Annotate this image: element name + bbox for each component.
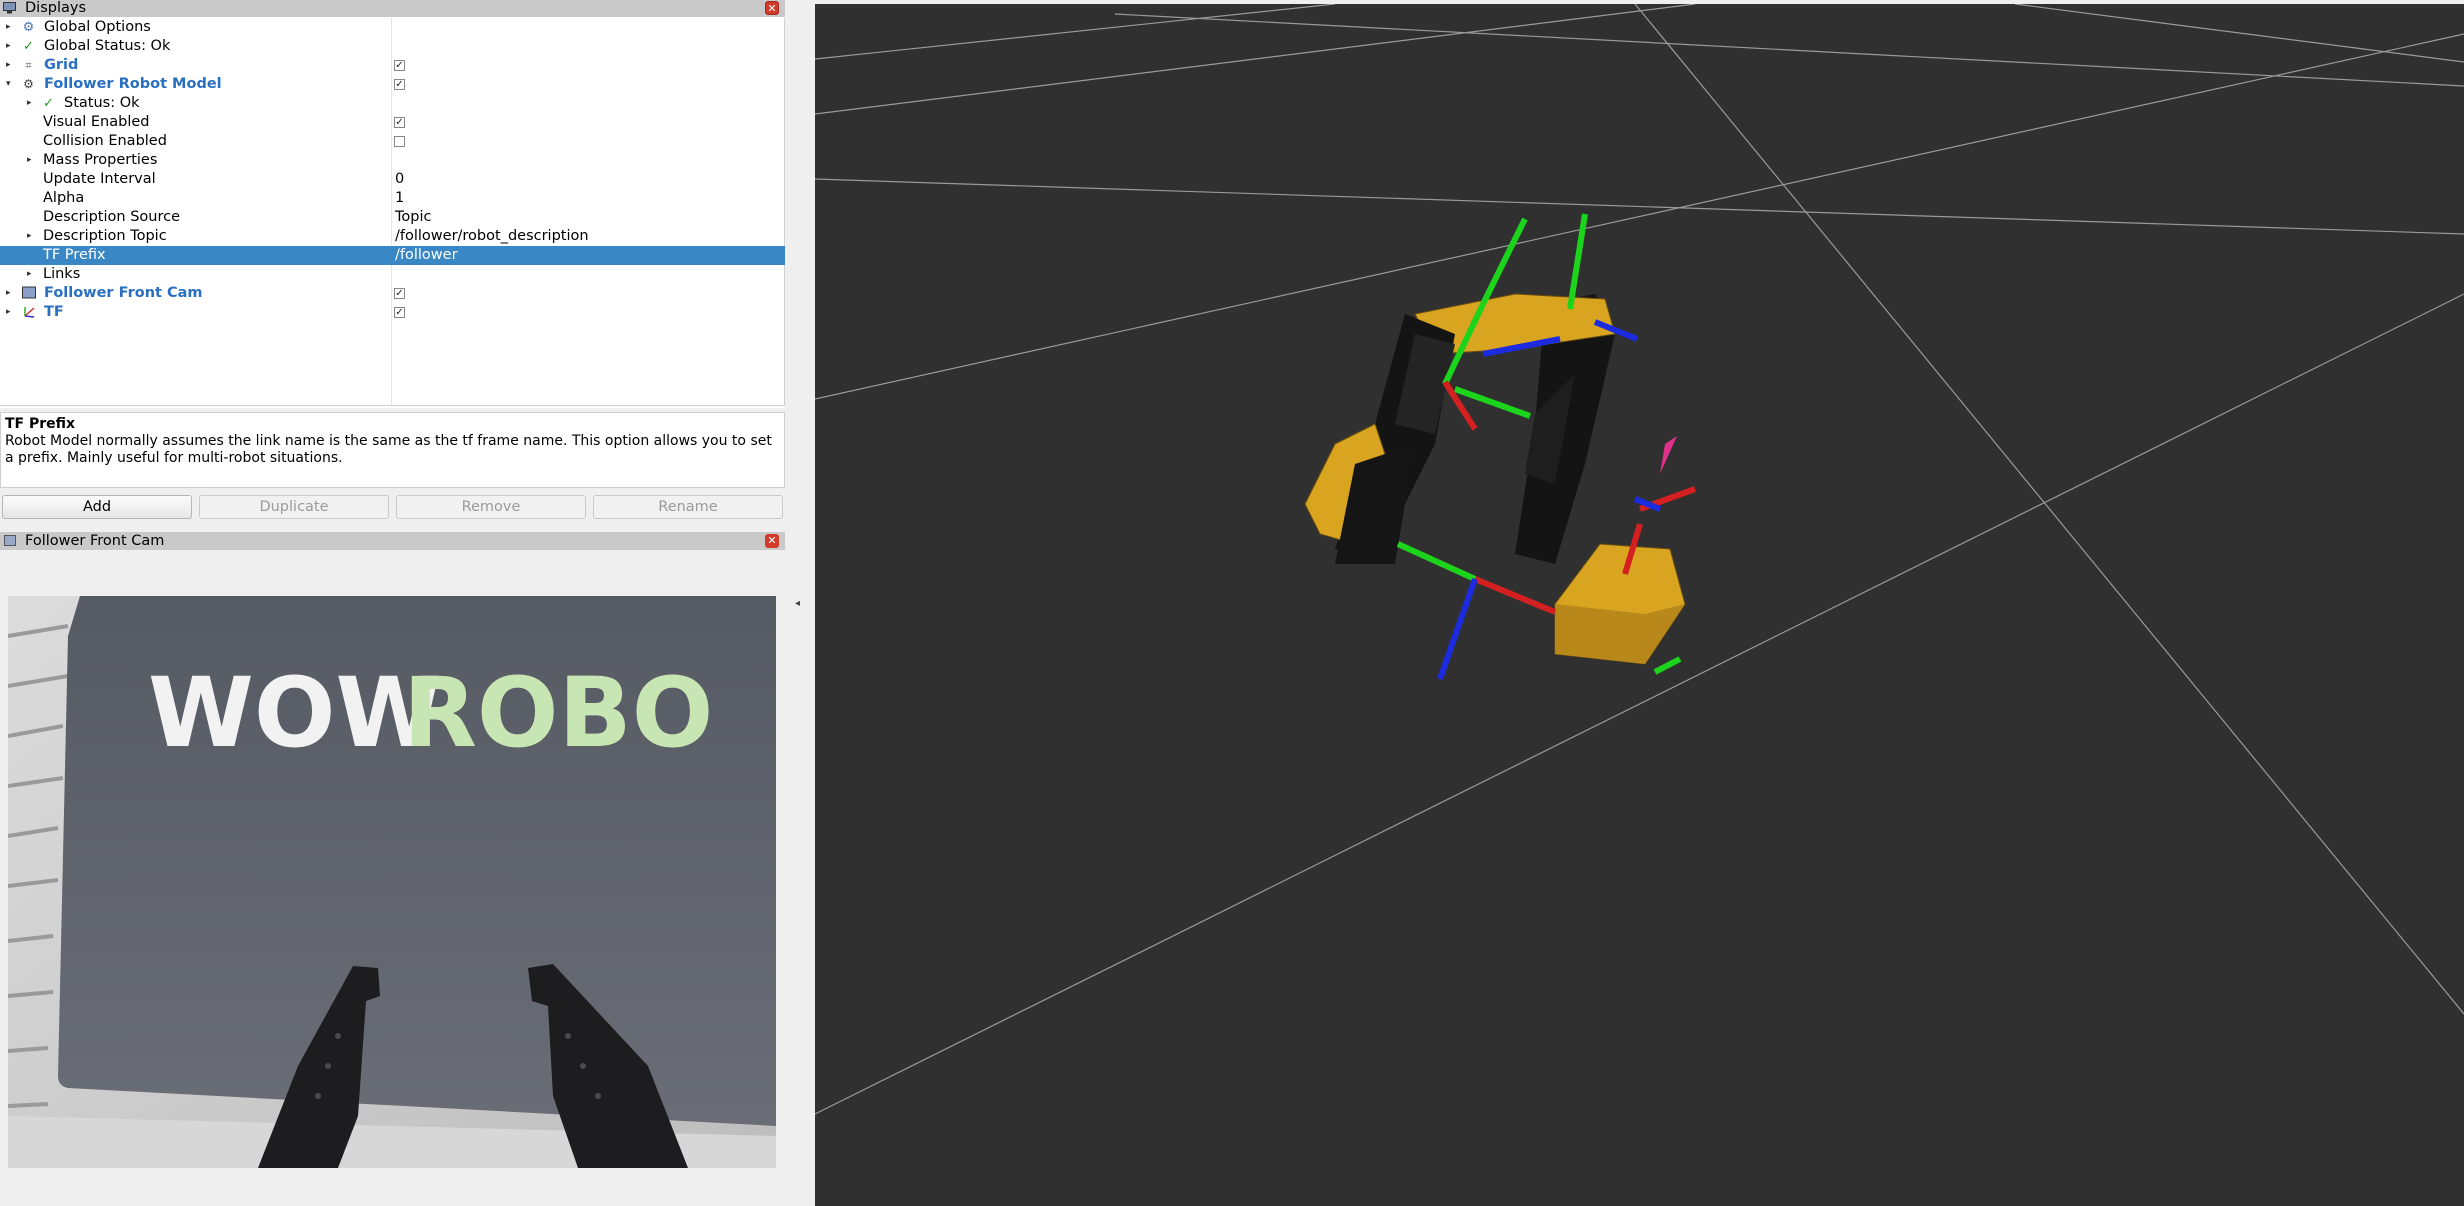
- displays-tree: ▸ ⚙ Global Options ▸ ✓ Global Status: Ok…: [0, 18, 785, 406]
- camera-image: WOW ROBO: [8, 596, 776, 1168]
- duplicate-button[interactable]: Duplicate: [199, 495, 389, 519]
- tree-label: Links: [43, 266, 81, 282]
- camera-title: Follower Front Cam: [25, 533, 165, 549]
- robot-model-checkbox[interactable]: ✓: [394, 79, 405, 90]
- tree-label: Follower Robot Model: [44, 76, 222, 92]
- tree-label: TF: [44, 304, 64, 320]
- tree-row-description-topic[interactable]: ▸ Description Topic /follower/robot_desc…: [0, 227, 785, 246]
- monitor-icon: [3, 2, 16, 14]
- tree-label: Visual Enabled: [43, 114, 150, 130]
- tree-label: Mass Properties: [43, 152, 158, 168]
- expand-arrow-icon[interactable]: ▸: [27, 227, 37, 246]
- check-status-icon: ✓: [23, 39, 34, 54]
- gear-icon: ⚙: [22, 20, 35, 35]
- expand-arrow-icon[interactable]: ▸: [6, 37, 16, 56]
- tree-row-links[interactable]: ▸ Links: [0, 265, 785, 284]
- robot-model-icon: ⚙: [23, 77, 34, 91]
- tree-label: Update Interval: [43, 171, 156, 187]
- close-icon[interactable]: ✕: [765, 534, 779, 548]
- tree-label: Alpha: [43, 190, 85, 206]
- tree-value[interactable]: /follower: [395, 246, 458, 265]
- displays-panel: Displays ✕ ▸ ⚙ Global Options ▸ ✓ Global…: [0, 0, 785, 408]
- tree-row-global-options[interactable]: ▸ ⚙ Global Options: [0, 18, 785, 37]
- tree-label: Grid: [44, 57, 79, 73]
- 3d-render-view[interactable]: [815, 4, 2464, 1206]
- tf-axes-icon: [21, 305, 36, 320]
- tree-row-tf[interactable]: ▸ TF ✓: [0, 303, 785, 322]
- description-title: TF Prefix: [5, 416, 76, 432]
- tree-row-grid[interactable]: ▸ ⌗ Grid ✓: [0, 56, 785, 75]
- expand-arrow-icon[interactable]: ▸: [6, 18, 16, 37]
- tree-row-follower-robot-model[interactable]: ▾ ⚙ Follower Robot Model ✓: [0, 75, 785, 94]
- visual-enabled-checkbox[interactable]: ✓: [394, 117, 405, 128]
- rename-button[interactable]: Rename: [593, 495, 783, 519]
- splitter-collapse-icon[interactable]: ◂: [795, 598, 800, 609]
- tf-checkbox[interactable]: ✓: [394, 307, 405, 318]
- tree-row-collision-enabled[interactable]: Collision Enabled: [0, 132, 785, 151]
- sign-text-left: WOW: [148, 657, 441, 769]
- tree-row-update-interval[interactable]: Update Interval 0: [0, 170, 785, 189]
- collision-enabled-checkbox[interactable]: [394, 136, 405, 147]
- camera-icon: [4, 535, 16, 546]
- expand-arrow-icon[interactable]: ▸: [6, 303, 16, 322]
- tree-label: Description Topic: [43, 228, 167, 244]
- expand-arrow-icon[interactable]: ▸: [27, 151, 37, 170]
- camera-icon: [21, 286, 36, 301]
- tree-row-mass-properties[interactable]: ▸ Mass Properties: [0, 151, 785, 170]
- camera-title-bar: Follower Front Cam ✕: [0, 532, 785, 550]
- check-status-icon: ✓: [43, 96, 54, 111]
- tree-label: Follower Front Cam: [44, 285, 203, 301]
- tree-row-tf-prefix[interactable]: TF Prefix /follower: [0, 246, 785, 265]
- tree-row-global-status[interactable]: ▸ ✓ Global Status: Ok: [0, 37, 785, 56]
- expand-arrow-icon[interactable]: ▸: [27, 265, 37, 284]
- tree-label: Global Status: Ok: [44, 38, 171, 54]
- tree-row-description-source[interactable]: Description Source Topic: [0, 208, 785, 227]
- collapse-arrow-icon[interactable]: ▾: [6, 75, 16, 94]
- grid-checkbox[interactable]: ✓: [394, 60, 405, 71]
- tree-label: Status: Ok: [64, 95, 140, 111]
- remove-button[interactable]: Remove: [396, 495, 586, 519]
- sign-text-right: ROBO: [403, 657, 713, 769]
- tree-value[interactable]: Topic: [395, 208, 431, 227]
- tree-label: Global Options: [44, 19, 151, 35]
- displays-title-bar: Displays ✕: [0, 0, 785, 17]
- property-description: TF Prefix Robot Model normally assumes t…: [0, 412, 785, 488]
- tree-row-alpha[interactable]: Alpha 1: [0, 189, 785, 208]
- grid-icon: ⌗: [25, 59, 32, 72]
- expand-arrow-icon[interactable]: ▸: [6, 56, 16, 75]
- tree-value[interactable]: /follower/robot_description: [395, 227, 589, 246]
- tree-label: Description Source: [43, 209, 180, 225]
- tree-row-visual-enabled[interactable]: Visual Enabled ✓: [0, 113, 785, 132]
- expand-arrow-icon[interactable]: ▸: [27, 94, 37, 113]
- tree-value[interactable]: 1: [395, 189, 404, 208]
- description-text: Robot Model normally assumes the link na…: [5, 433, 772, 466]
- tree-row-follower-front-cam[interactable]: ▸ Follower Front Cam ✓: [0, 284, 785, 303]
- tree-label: TF Prefix: [43, 247, 106, 263]
- tree-value[interactable]: 0: [395, 170, 404, 189]
- front-cam-checkbox[interactable]: ✓: [394, 288, 405, 299]
- tree-label: Collision Enabled: [43, 133, 167, 149]
- displays-title: Displays: [25, 0, 87, 16]
- add-button[interactable]: Add: [2, 495, 192, 519]
- expand-arrow-icon[interactable]: ▸: [6, 284, 16, 303]
- tree-row-status[interactable]: ▸ ✓ Status: Ok: [0, 94, 785, 113]
- close-icon[interactable]: ✕: [765, 1, 779, 15]
